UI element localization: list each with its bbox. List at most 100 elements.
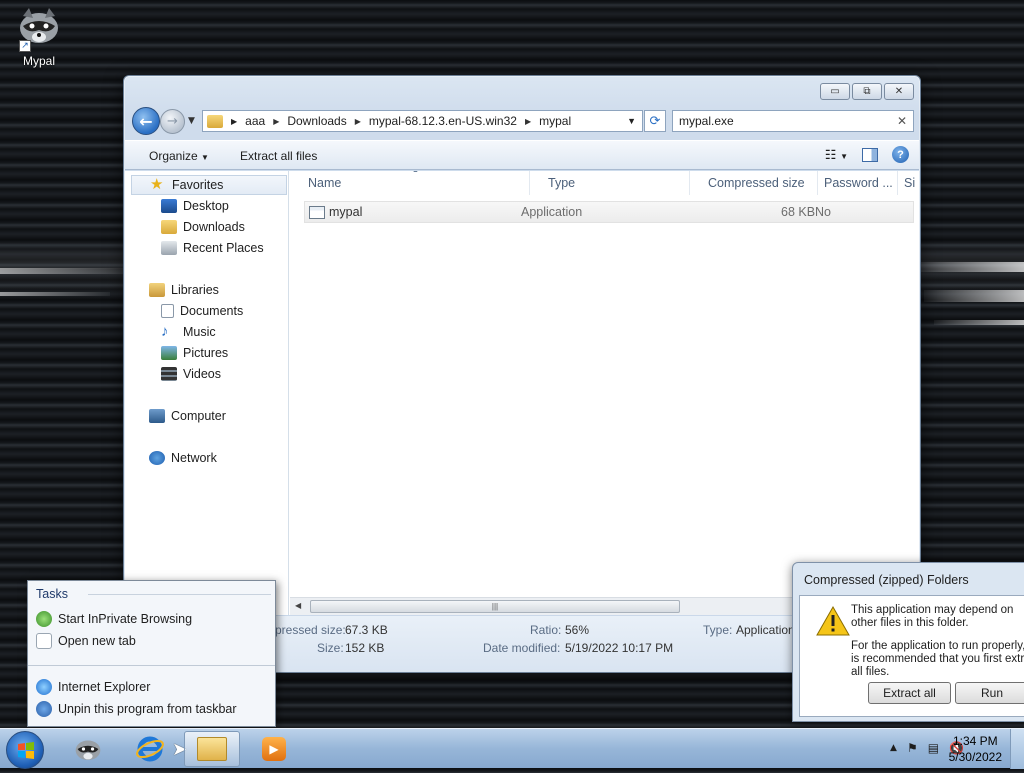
- dialog-message: This application may depend on other fil…: [851, 604, 1014, 629]
- taskbar-internet-explorer[interactable]: [122, 731, 178, 767]
- column-header-password[interactable]: Password ...: [818, 171, 898, 195]
- help-icon[interactable]: ?: [892, 146, 909, 163]
- show-desktop-button[interactable]: [1010, 729, 1024, 769]
- raccoon-icon: [75, 740, 101, 761]
- recent-pages-dropdown-icon[interactable]: ▼: [188, 116, 195, 126]
- detail-date-label: Date modified:: [483, 641, 561, 655]
- nav-item-label: Favorites: [172, 178, 224, 192]
- jump-list-header: Tasks: [36, 587, 68, 601]
- organize-button[interactable]: Organize ▼: [149, 149, 209, 163]
- breadcrumb-item[interactable]: aaa ▶: [245, 114, 287, 128]
- application-icon: [309, 206, 325, 219]
- nav-item-pictures[interactable]: Pictures: [161, 343, 228, 363]
- detail-compressed-size-label: pressed size:: [275, 623, 346, 637]
- detail-type-value: Application: [736, 623, 795, 637]
- view-controls: ☷ ▼ ?: [825, 146, 909, 163]
- jump-list-item-unpin[interactable]: Unpin this program from taskbar: [36, 699, 237, 719]
- nav-item-favorites[interactable]: ★ Favorites: [131, 175, 287, 195]
- internet-explorer-icon: [36, 679, 52, 695]
- windows-logo-icon: [18, 742, 34, 759]
- nav-item-music[interactable]: ♪ Music: [161, 322, 216, 342]
- extract-all-files-button[interactable]: Extract all files: [240, 149, 317, 163]
- search-input[interactable]: mypal.exe ✕: [672, 110, 914, 132]
- nav-item-network[interactable]: Network: [149, 448, 217, 468]
- nav-item-libraries[interactable]: Libraries: [149, 280, 219, 300]
- chevron-right-icon[interactable]: ▶: [231, 117, 237, 126]
- action-center-flag-icon[interactable]: ⚑: [907, 741, 918, 755]
- navigation-pane: ★ Favorites Desktop Downloads Recent Plac…: [125, 171, 289, 615]
- chevron-right-icon[interactable]: ▶: [273, 117, 279, 126]
- breadcrumb-label: aaa: [245, 114, 266, 128]
- jump-list-item-internet-explorer[interactable]: Internet Explorer: [36, 677, 150, 697]
- taskbar-mypal[interactable]: [60, 731, 116, 767]
- detail-ratio-label: Ratio:: [530, 623, 562, 637]
- pictures-icon: [161, 346, 177, 360]
- start-button[interactable]: [6, 731, 44, 769]
- table-row[interactable]: mypal Application 68 KB No: [304, 201, 914, 223]
- detail-ratio-value: 56%: [565, 623, 590, 637]
- nav-item-computer[interactable]: Computer: [149, 406, 226, 426]
- nav-item-downloads[interactable]: Downloads: [161, 217, 245, 237]
- dialog-message: For the application to run properly, it …: [851, 640, 1024, 678]
- back-button[interactable]: ←: [132, 107, 160, 135]
- detail-size-value: 152 KB: [345, 641, 385, 655]
- file-password: No: [815, 205, 831, 219]
- nav-item-label: Downloads: [183, 220, 245, 234]
- jump-list-label: Start InPrivate Browsing: [58, 612, 193, 626]
- address-dropdown-icon[interactable]: ▼: [627, 116, 636, 126]
- scroll-left-icon[interactable]: ◀: [295, 601, 301, 610]
- network-status-icon[interactable]: ▤: [928, 741, 939, 755]
- maximize-button[interactable]: ⧉: [852, 83, 882, 100]
- address-bar[interactable]: ▶ aaa ▶ Downloads ▶ mypal-68.12.3.en-US.wi…: [202, 110, 643, 132]
- jump-list-item-new-tab[interactable]: Open new tab: [36, 631, 136, 651]
- caption-buttons: ▭ ⧉ ✕: [820, 83, 914, 100]
- forward-button[interactable]: →: [160, 109, 185, 134]
- nav-item-recent-places[interactable]: Recent Places: [161, 238, 264, 258]
- taskbar-jump-list: Tasks Start InPrivate Browsing Open new …: [27, 580, 276, 727]
- nav-item-documents[interactable]: Documents: [161, 301, 243, 321]
- nav-item-label: Music: [183, 325, 216, 339]
- unpin-icon: [36, 701, 52, 717]
- desktop-streak: [914, 262, 1024, 272]
- extract-all-button[interactable]: Extract all: [868, 682, 951, 704]
- nav-item-label: Pictures: [183, 346, 229, 360]
- column-header-compressed-size[interactable]: Compressed size: [690, 171, 818, 195]
- jump-list-item-inprivate[interactable]: Start InPrivate Browsing: [36, 609, 192, 629]
- new-tab-icon: [36, 633, 52, 649]
- system-clock[interactable]: 1:34 PM 5/30/2022: [949, 733, 1002, 765]
- breadcrumb-item[interactable]: Downloads ▶: [287, 114, 369, 128]
- nav-item-videos[interactable]: Videos: [161, 364, 221, 384]
- nav-item-desktop[interactable]: Desktop: [161, 196, 229, 216]
- nav-item-label: Libraries: [171, 283, 219, 297]
- libraries-icon: [149, 283, 165, 297]
- scrollbar-thumb[interactable]: |||: [310, 600, 680, 613]
- chevron-right-icon[interactable]: ▶: [525, 117, 531, 126]
- taskbar-windows-explorer[interactable]: [184, 731, 240, 767]
- column-header-name[interactable]: Name ▲: [290, 171, 530, 195]
- preview-pane-icon[interactable]: [862, 147, 878, 162]
- breadcrumb-item[interactable]: mypal-68.12.3.en-US.win32 ▶: [369, 114, 539, 128]
- nav-item-label: Desktop: [183, 199, 229, 213]
- column-header-label: Si: [904, 176, 916, 190]
- breadcrumb-item[interactable]: mypal: [539, 114, 571, 128]
- refresh-button[interactable]: ⟳: [644, 110, 666, 132]
- show-hidden-icons-icon[interactable]: ▲: [890, 743, 897, 755]
- taskbar-media-player[interactable]: ▶: [246, 731, 302, 767]
- dialog-body: This application may depend on other fil…: [799, 595, 1024, 717]
- clear-search-icon[interactable]: ✕: [897, 114, 907, 128]
- detail-compressed-size-value: 67.3 KB: [345, 623, 388, 637]
- detail-size-label: Size:: [317, 641, 344, 655]
- chevron-right-icon[interactable]: ▶: [355, 117, 361, 126]
- minimize-button[interactable]: ▭: [820, 83, 850, 100]
- compressed-folders-dialog: Compressed (zipped) Folders This applica…: [792, 562, 1024, 722]
- nav-item-label: Network: [171, 451, 217, 465]
- column-header-size[interactable]: Si: [898, 171, 920, 195]
- jump-list-label: Internet Explorer: [58, 680, 151, 694]
- run-button[interactable]: Run: [955, 682, 1024, 704]
- close-button[interactable]: ✕: [884, 83, 914, 100]
- clock-date: 5/30/2022: [948, 750, 1002, 764]
- desktop-icon-mypal[interactable]: ↗ Mypal: [12, 6, 66, 68]
- change-view-icon[interactable]: ☷ ▼: [825, 147, 848, 163]
- column-header-type[interactable]: Type: [530, 171, 690, 195]
- command-bar: Organize ▼ Extract all files ☷ ▼ ?: [125, 140, 919, 170]
